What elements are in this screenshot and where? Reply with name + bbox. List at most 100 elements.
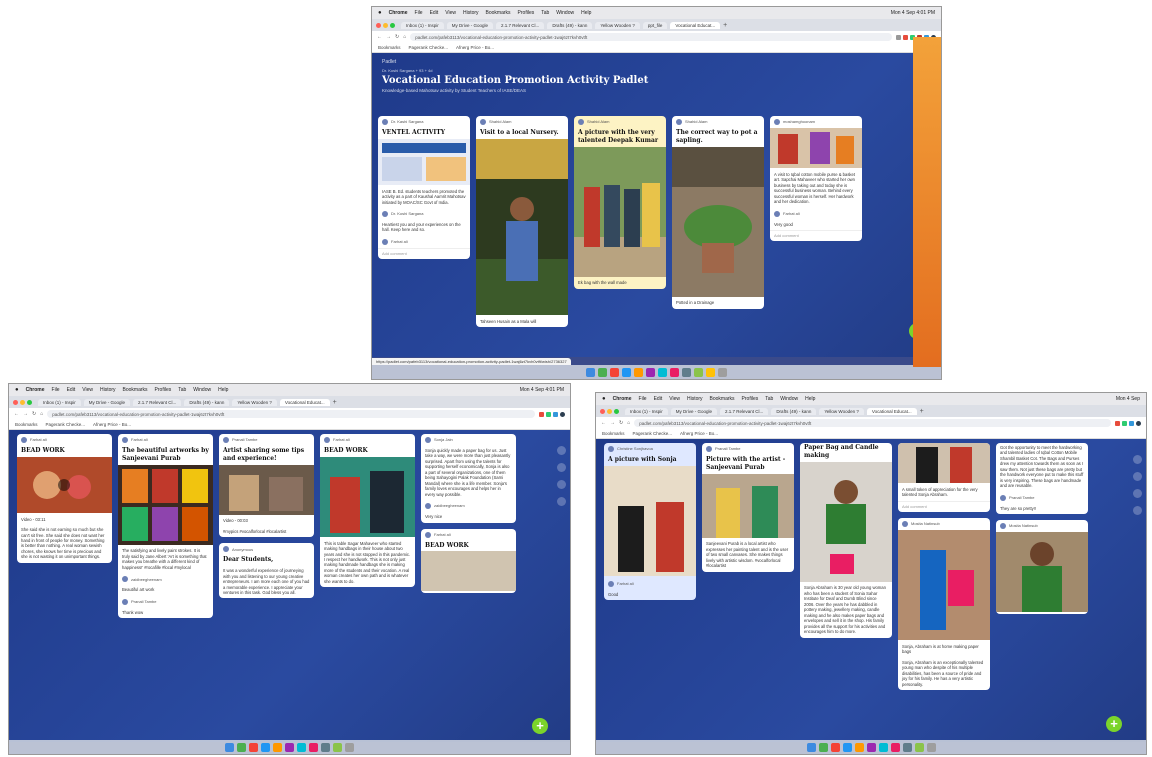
menu-edit[interactable]: Edit bbox=[654, 396, 663, 402]
menu-profiles[interactable]: Profiles bbox=[155, 387, 172, 393]
minimize-window-icon[interactable] bbox=[383, 22, 388, 28]
dock-app-icon[interactable] bbox=[622, 367, 631, 377]
dock-app-icon[interactable] bbox=[261, 742, 270, 752]
post-card[interactable]: Pranali Tambe Artist sharing some tips a… bbox=[219, 434, 314, 538]
menu-history[interactable]: History bbox=[463, 10, 479, 16]
url-field[interactable]: padlet.com/pafeb3113/vocational-educatio… bbox=[47, 410, 535, 418]
ext-icon[interactable] bbox=[903, 34, 908, 40]
search-icon[interactable] bbox=[557, 446, 566, 455]
menu-tab[interactable]: Tab bbox=[765, 396, 773, 402]
dock-app-icon[interactable] bbox=[842, 742, 852, 752]
post-card[interactable]: Shahid Alam The correct way to pot a sap… bbox=[672, 116, 764, 309]
dock-app-icon[interactable] bbox=[598, 367, 607, 377]
post-card[interactable]: Shahid Alam Visit to a local Nursery. Ta… bbox=[476, 116, 568, 328]
add-post-button[interactable]: + bbox=[532, 718, 548, 734]
tab-drive[interactable]: My Drive - Google bbox=[446, 21, 494, 29]
menu-view[interactable]: View bbox=[445, 10, 456, 16]
url-field[interactable]: padlet.com/pafeb3113/vocational-educatio… bbox=[410, 33, 892, 41]
finder-icon[interactable] bbox=[806, 742, 816, 752]
post-card[interactable]: Christine Sonjhavoa A picture with Sonja… bbox=[604, 443, 696, 601]
post-card[interactable]: Dr. Kashi Sargana VENTEL ACTIVITY IASE B… bbox=[378, 116, 470, 260]
post-image[interactable] bbox=[770, 128, 862, 168]
ext-icon[interactable] bbox=[896, 34, 901, 40]
dock-app-icon[interactable] bbox=[237, 742, 246, 752]
menu-tab[interactable]: Tab bbox=[541, 10, 549, 16]
dock-app-icon[interactable] bbox=[830, 742, 840, 752]
reload-icon[interactable]: ↻ bbox=[395, 34, 399, 40]
post-image[interactable] bbox=[118, 464, 213, 545]
post-image[interactable] bbox=[898, 443, 990, 483]
post-card[interactable]: Farhat ali BEAD WORK bbox=[421, 528, 516, 594]
share-icon[interactable] bbox=[557, 480, 566, 489]
menu-help[interactable]: Help bbox=[218, 387, 228, 393]
tab-vocational[interactable]: Vocational Educat... bbox=[670, 21, 721, 29]
back-icon[interactable]: ← bbox=[14, 411, 19, 417]
tab-relevant[interactable]: 2.1.7 Relevant Cl... bbox=[133, 398, 182, 406]
share-icon[interactable] bbox=[1133, 489, 1142, 498]
post-image[interactable] bbox=[800, 461, 892, 582]
trash-icon[interactable] bbox=[718, 367, 727, 377]
ext-icon[interactable] bbox=[546, 411, 551, 417]
tab-vocational[interactable]: Vocational Educat... bbox=[279, 398, 330, 406]
bookmark-item[interactable]: Bookmarks bbox=[378, 45, 401, 50]
tab-drafts[interactable]: Drafts (49) - kann bbox=[547, 21, 593, 29]
finder-icon[interactable] bbox=[586, 367, 595, 377]
padlet-brand[interactable]: Padlet bbox=[382, 59, 931, 65]
close-window-icon[interactable] bbox=[600, 408, 605, 414]
post-image[interactable] bbox=[320, 456, 415, 537]
apple-icon[interactable]: ● bbox=[15, 387, 19, 393]
clock[interactable]: Mon 4 Sep bbox=[1116, 396, 1140, 402]
reload-icon[interactable]: ↻ bbox=[619, 420, 623, 426]
dock-app-icon[interactable] bbox=[914, 742, 924, 752]
zoom-window-icon[interactable] bbox=[614, 408, 619, 414]
more-icon[interactable] bbox=[557, 463, 566, 472]
forward-icon[interactable]: → bbox=[386, 34, 391, 40]
tab-drafts[interactable]: Drafts (49) - kann bbox=[184, 398, 230, 406]
dock-app-icon[interactable] bbox=[285, 742, 294, 752]
menu-app-name[interactable]: Chrome bbox=[613, 396, 632, 402]
post-image[interactable] bbox=[421, 551, 516, 592]
clock[interactable]: Mon 4 Sep 4:01 PM bbox=[520, 387, 564, 393]
home-icon[interactable]: ⌂ bbox=[403, 34, 406, 40]
menu-help[interactable]: Help bbox=[805, 396, 815, 402]
post-card[interactable]: Sonja Jain Sonja quickly made a paper ba… bbox=[421, 434, 516, 523]
tab-drive[interactable]: My Drive - Google bbox=[83, 398, 131, 406]
dock-app-icon[interactable] bbox=[706, 367, 715, 377]
home-icon[interactable]: ⌂ bbox=[627, 420, 630, 426]
home-icon[interactable]: ⌂ bbox=[40, 411, 43, 417]
post-card[interactable]: Got the opportunity to meet the hardwork… bbox=[996, 443, 1088, 515]
post-card[interactable]: Anonymous Dear Students, It was a wonder… bbox=[219, 543, 314, 599]
tab-yellow[interactable]: Yellow Wooden ? bbox=[595, 21, 640, 29]
apple-icon[interactable]: ● bbox=[378, 10, 382, 16]
post-card[interactable]: Shahid Alam A picture with the very tale… bbox=[574, 116, 666, 289]
dock-app-icon[interactable] bbox=[866, 742, 876, 752]
add-post-button[interactable]: + bbox=[1106, 716, 1122, 732]
bookmark-item[interactable]: Bookmarks bbox=[602, 431, 625, 436]
close-window-icon[interactable] bbox=[376, 22, 381, 28]
menu-profiles[interactable]: Profiles bbox=[742, 396, 759, 402]
forward-icon[interactable]: → bbox=[23, 411, 28, 417]
post-video[interactable] bbox=[219, 464, 314, 515]
menu-file[interactable]: File bbox=[639, 396, 647, 402]
tab-ppt[interactable]: ppt_file bbox=[642, 21, 668, 29]
back-icon[interactable]: ← bbox=[377, 34, 382, 40]
tab-drive[interactable]: My Drive - Google bbox=[670, 407, 718, 415]
bookmark-item[interactable]: Afnerg Price - Bo... bbox=[93, 422, 131, 427]
menu-window[interactable]: Window bbox=[780, 396, 798, 402]
back-icon[interactable]: ← bbox=[601, 420, 606, 426]
zoom-window-icon[interactable] bbox=[27, 399, 32, 405]
url-field[interactable]: padlet.com/pafeb3113/vocational-educatio… bbox=[634, 419, 1111, 427]
menu-file[interactable]: File bbox=[415, 10, 423, 16]
post-image[interactable] bbox=[604, 465, 696, 576]
ext-icon[interactable] bbox=[1115, 420, 1120, 426]
new-tab-button[interactable]: + bbox=[920, 408, 924, 415]
bookmark-item[interactable]: Afnerg Price - Bo... bbox=[456, 45, 494, 50]
dock-app-icon[interactable] bbox=[634, 367, 643, 377]
post-video[interactable] bbox=[17, 456, 112, 513]
post-card[interactable]: Farhat ali The beautiful artworks by San… bbox=[118, 434, 213, 619]
menu-profiles[interactable]: Profiles bbox=[518, 10, 535, 16]
post-image[interactable] bbox=[702, 473, 794, 538]
menu-bookmarks[interactable]: Bookmarks bbox=[123, 387, 148, 393]
menu-view[interactable]: View bbox=[82, 387, 93, 393]
dock-app-icon[interactable] bbox=[321, 742, 330, 752]
